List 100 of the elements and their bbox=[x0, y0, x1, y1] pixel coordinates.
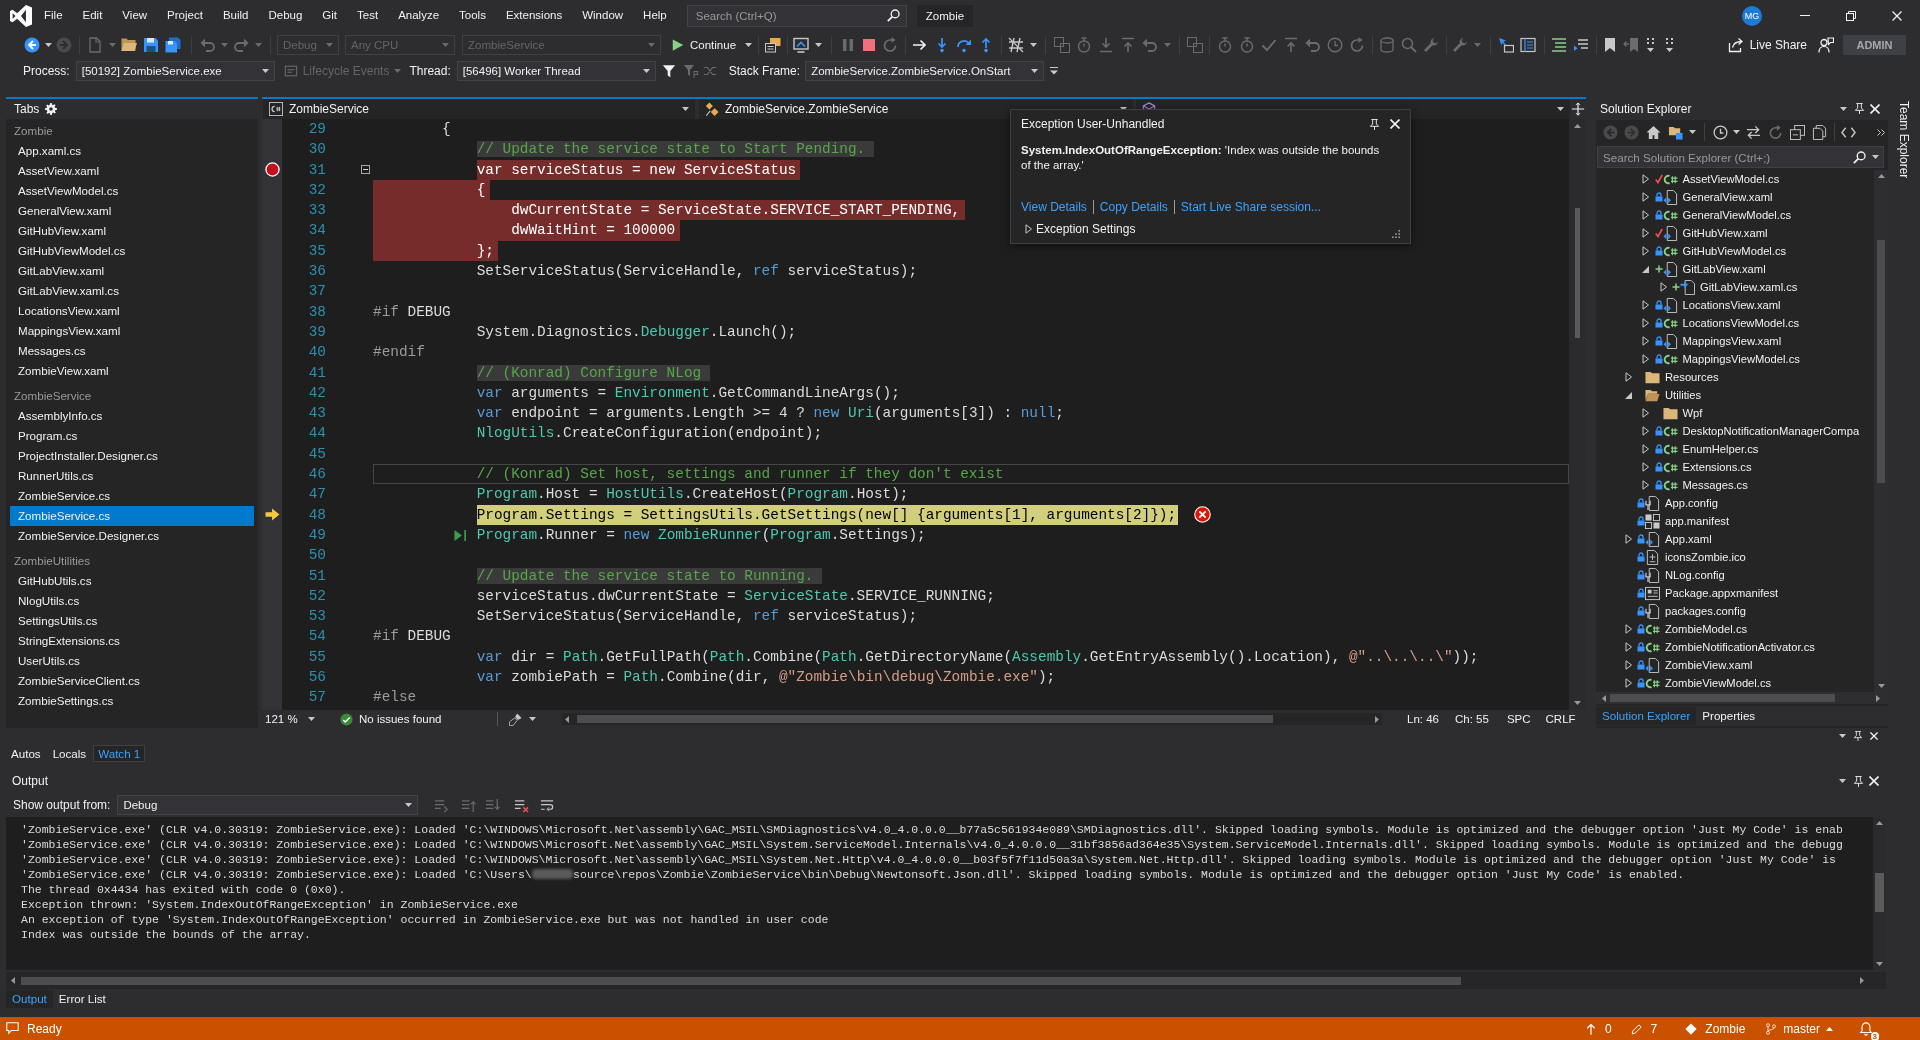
arrow-down-line-icon[interactable] bbox=[1098, 37, 1114, 53]
refresh-icon[interactable] bbox=[1767, 124, 1783, 140]
tree-item[interactable]: AssetViewModel.cs bbox=[1596, 170, 1874, 188]
bookmark-arrow-icon[interactable] bbox=[1623, 37, 1639, 53]
caret-left-icon[interactable] bbox=[565, 715, 569, 723]
caret-icon[interactable] bbox=[1557, 107, 1564, 111]
tree-item[interactable]: LocationsViewModel.cs bbox=[1596, 314, 1874, 332]
overflow-icon[interactable] bbox=[1646, 38, 1654, 52]
account-avatar[interactable]: MG bbox=[1742, 5, 1762, 26]
side-tab[interactable]: Team Explorer bbox=[1897, 101, 1911, 177]
person-bubble-icon[interactable] bbox=[1818, 37, 1834, 53]
caret-icon[interactable] bbox=[1031, 69, 1039, 73]
tab-item[interactable]: StringExtensions.cs bbox=[10, 631, 254, 651]
panel-tab[interactable]: Error List bbox=[52, 989, 112, 1008]
branch-icon[interactable] bbox=[1765, 1022, 1778, 1035]
tree-item[interactable]: App.xaml bbox=[1596, 530, 1874, 548]
branch-indicator[interactable]: master bbox=[1765, 1021, 1833, 1036]
changes-indicator[interactable]: 7 bbox=[1630, 1021, 1658, 1036]
close-icon[interactable] bbox=[1892, 10, 1902, 21]
scrollbar-thumb[interactable] bbox=[21, 976, 1461, 985]
tree-item[interactable]: Resources bbox=[1596, 368, 1874, 386]
caret-icon[interactable] bbox=[528, 717, 536, 721]
double-chevron-icon[interactable] bbox=[1877, 128, 1885, 136]
caret-up-icon[interactable] bbox=[1826, 1026, 1833, 1031]
settings-icon[interactable] bbox=[45, 103, 58, 115]
caret-left-icon[interactable] bbox=[11, 977, 15, 984]
debug-tab[interactable]: Watch 1 bbox=[93, 744, 146, 762]
crossed-arrows-icon[interactable] bbox=[702, 64, 717, 78]
menu-item[interactable]: File bbox=[34, 0, 73, 31]
arrow-right-icon[interactable] bbox=[912, 37, 928, 53]
caret-icon[interactable] bbox=[745, 43, 753, 47]
tree-item[interactable]: GitLabView.xaml.cs bbox=[1596, 278, 1874, 296]
tab-item[interactable]: App.xaml.cs bbox=[10, 141, 254, 161]
caret-down-icon[interactable] bbox=[1624, 390, 1632, 400]
live-share-session-link[interactable]: Start Live Share session... bbox=[1180, 200, 1321, 214]
view-details-link[interactable]: View Details bbox=[1021, 200, 1087, 214]
scrollbar-thumb[interactable] bbox=[1875, 873, 1884, 912]
search-icon[interactable] bbox=[1853, 150, 1866, 164]
caret-icon[interactable] bbox=[642, 69, 650, 73]
tree-item[interactable]: Messages.cs bbox=[1596, 476, 1874, 494]
caret-right-icon[interactable] bbox=[1642, 210, 1649, 220]
tab-item[interactable]: Messages.cs bbox=[10, 341, 254, 361]
diamonds-icon[interactable] bbox=[705, 102, 719, 116]
circle-arrow-left-icon[interactable] bbox=[24, 37, 40, 53]
tab-item[interactable]: GeneralView.xaml bbox=[10, 201, 254, 221]
tree-item[interactable]: MappingsView.xaml bbox=[1596, 332, 1874, 350]
pencil-icon[interactable] bbox=[1630, 1022, 1643, 1035]
caret-icon[interactable] bbox=[1732, 130, 1740, 134]
refresh-icon[interactable] bbox=[1349, 37, 1365, 53]
tree-item[interactable]: NLog.config bbox=[1596, 566, 1874, 584]
caret-right-icon[interactable] bbox=[1624, 372, 1632, 382]
caret-down-icon[interactable] bbox=[1877, 684, 1885, 688]
clock-icon[interactable] bbox=[1712, 124, 1728, 140]
caret-right-icon[interactable] bbox=[1642, 354, 1649, 364]
panel-list-icon[interactable] bbox=[1520, 37, 1536, 53]
thread-dropdown[interactable]: [56496] Worker Thread bbox=[456, 61, 656, 81]
caret-icon[interactable] bbox=[44, 43, 52, 47]
caret-right-icon[interactable] bbox=[1624, 678, 1632, 688]
caret-right-icon[interactable] bbox=[1642, 300, 1649, 310]
scrollbar-thumb[interactable] bbox=[577, 715, 1273, 723]
tab-item[interactable]: ZombieService.cs bbox=[10, 506, 254, 526]
caret-right-icon[interactable] bbox=[1860, 977, 1864, 984]
menu-item[interactable]: Analyze bbox=[388, 0, 450, 31]
tree-item[interactable]: Wpf bbox=[1596, 404, 1874, 422]
line-endings-indicator[interactable]: CRLF bbox=[1545, 713, 1576, 725]
restart-icon[interactable] bbox=[882, 37, 898, 53]
caret-right-icon[interactable] bbox=[1659, 282, 1667, 292]
broom-icon[interactable] bbox=[508, 712, 522, 726]
check-circle-icon[interactable] bbox=[340, 712, 353, 726]
tree-item[interactable]: ZombieNotificationActivator.cs bbox=[1596, 638, 1874, 656]
hash-slash-icon[interactable] bbox=[1008, 37, 1024, 53]
tree-item[interactable]: GitLabView.xaml bbox=[1596, 260, 1874, 278]
tree-item[interactable]: MappingsViewModel.cs bbox=[1596, 350, 1874, 368]
tree-item[interactable]: LocationsView.xaml bbox=[1596, 296, 1874, 314]
tree-item[interactable]: ZombieView.xaml bbox=[1596, 656, 1874, 674]
horizontal-scrollbar[interactable] bbox=[562, 713, 1382, 725]
project-dropdown[interactable]: ZombieService bbox=[263, 99, 695, 119]
folder-icon[interactable] bbox=[121, 37, 137, 53]
lines-icon[interactable] bbox=[1551, 37, 1567, 53]
panel-tab[interactable]: Properties bbox=[1696, 707, 1762, 725]
caret-icon[interactable] bbox=[1839, 106, 1847, 111]
debug-tab[interactable]: Locals bbox=[47, 744, 92, 762]
caret-right-icon[interactable] bbox=[1642, 480, 1649, 490]
restore-icon[interactable] bbox=[1846, 10, 1856, 21]
tab-item[interactable]: RunnerUtils.cs bbox=[10, 466, 254, 486]
panel-tab[interactable]: Solution Explorer bbox=[1596, 707, 1697, 725]
caret-right-icon[interactable] bbox=[1642, 192, 1649, 202]
menu-item[interactable]: Build bbox=[212, 0, 259, 31]
live-share-button[interactable]: Live Share bbox=[1723, 34, 1811, 56]
diamond-icon[interactable] bbox=[1685, 1022, 1698, 1035]
repository-indicator[interactable]: Zombie bbox=[1685, 1021, 1746, 1036]
caret-right-icon[interactable] bbox=[1375, 715, 1379, 723]
menu-item[interactable]: Tools bbox=[449, 0, 496, 31]
zoom-dropdown[interactable]: 121 % bbox=[263, 711, 319, 727]
lines-arrow-down-icon[interactable] bbox=[484, 797, 500, 813]
folder-square-icon[interactable] bbox=[1667, 124, 1683, 140]
caret-icon[interactable] bbox=[1838, 734, 1846, 738]
caret-right-icon[interactable] bbox=[1642, 462, 1649, 472]
wrench-icon[interactable] bbox=[1452, 37, 1468, 53]
tab-item[interactable]: ZombieService.Designer.cs bbox=[10, 526, 254, 546]
